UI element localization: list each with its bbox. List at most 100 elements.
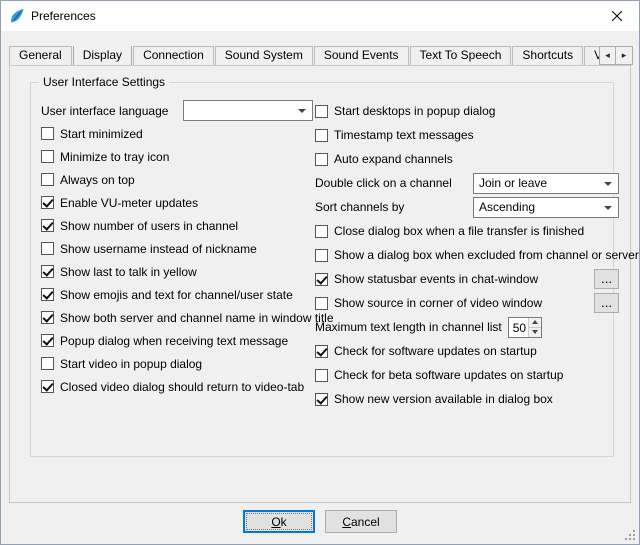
preferences-window: Preferences General Display Connection S… bbox=[0, 0, 640, 545]
checkbox-check-beta-updates[interactable]: Check for beta software updates on start… bbox=[315, 363, 619, 387]
video-source-more-button[interactable]: ... bbox=[594, 293, 619, 313]
checkbox-box[interactable] bbox=[41, 288, 54, 301]
tab-sound-events[interactable]: Sound Events bbox=[314, 46, 409, 65]
close-button[interactable] bbox=[594, 1, 639, 31]
checkbox-box[interactable] bbox=[315, 345, 328, 358]
chevron-down-icon bbox=[604, 206, 612, 210]
checkbox-box[interactable] bbox=[41, 173, 54, 186]
checkbox-start-desktops-popup[interactable]: Start desktops in popup dialog bbox=[315, 99, 619, 123]
double-click-select-value: Join or leave bbox=[479, 176, 547, 190]
checkbox-last-talk-yellow[interactable]: Show last to talk in yellow bbox=[41, 260, 313, 283]
checkbox-box[interactable] bbox=[315, 129, 328, 142]
dialog-footer: Ok Cancel bbox=[1, 510, 639, 533]
checkbox-new-version-dialog[interactable]: Show new version available in dialog box bbox=[315, 387, 619, 411]
checkbox-vu-meter-updates[interactable]: Enable VU-meter updates bbox=[41, 191, 313, 214]
checkbox-box[interactable] bbox=[41, 196, 54, 209]
checkbox-close-file-transfer[interactable]: Close dialog box when a file transfer is… bbox=[315, 219, 619, 243]
checkbox-username-instead-nickname[interactable]: Show username instead of nickname bbox=[41, 237, 313, 260]
checkbox-box[interactable] bbox=[315, 393, 328, 406]
spinner-arrows bbox=[528, 318, 541, 337]
language-label: User interface language bbox=[41, 104, 168, 118]
language-row: User interface language bbox=[41, 99, 313, 122]
max-text-length-spinner[interactable]: 50 bbox=[508, 317, 542, 338]
max-text-length-label: Maximum text length in channel list bbox=[315, 320, 502, 334]
max-text-length-value: 50 bbox=[509, 318, 528, 337]
checkbox-box[interactable] bbox=[41, 219, 54, 232]
tab-label: Sound System bbox=[225, 48, 303, 62]
tab-label: General bbox=[19, 48, 62, 62]
spin-down-button[interactable] bbox=[529, 327, 541, 337]
spin-up-button[interactable] bbox=[529, 318, 541, 327]
sort-channels-label: Sort channels by bbox=[315, 200, 404, 214]
tab-label: Shortcuts bbox=[522, 48, 573, 62]
checkbox-minimize-tray[interactable]: Minimize to tray icon bbox=[41, 145, 313, 168]
statusbar-events-more-button[interactable]: ... bbox=[594, 269, 619, 289]
double-click-select[interactable]: Join or leave bbox=[473, 173, 619, 194]
window-title: Preferences bbox=[31, 9, 96, 23]
app-icon bbox=[9, 8, 25, 24]
checkbox-box[interactable] bbox=[315, 105, 328, 118]
tab-scroll-right-button[interactable]: ▸ bbox=[616, 46, 633, 65]
checkbox-video-popup-dialog[interactable]: Start video in popup dialog bbox=[41, 352, 313, 375]
checkbox-box[interactable] bbox=[41, 311, 54, 324]
checkbox-box[interactable] bbox=[315, 153, 328, 166]
tab-label: Connection bbox=[143, 48, 204, 62]
checkbox-box[interactable] bbox=[315, 369, 328, 382]
checkbox-box[interactable] bbox=[41, 357, 54, 370]
tab-text-to-speech[interactable]: Text To Speech bbox=[410, 46, 512, 65]
checkbox-box[interactable] bbox=[41, 242, 54, 255]
scroll-left-icon: ◂ bbox=[605, 50, 610, 61]
checkbox-box[interactable] bbox=[315, 273, 328, 286]
checkbox-timestamp-messages[interactable]: Timestamp text messages bbox=[315, 123, 619, 147]
tab-display[interactable]: Display bbox=[73, 46, 132, 65]
sort-channels-select[interactable]: Ascending bbox=[473, 197, 619, 218]
checkbox-users-in-channel[interactable]: Show number of users in channel bbox=[41, 214, 313, 237]
close-icon bbox=[612, 11, 622, 21]
checkbox-video-source-corner[interactable]: Show source in corner of video window bbox=[315, 296, 542, 310]
checkbox-auto-expand-channels[interactable]: Auto expand channels bbox=[315, 147, 619, 171]
tab-label: Display bbox=[83, 48, 122, 62]
left-column: User interface language Start minimized … bbox=[41, 99, 313, 398]
checkbox-box[interactable] bbox=[41, 150, 54, 163]
checkbox-box[interactable] bbox=[41, 265, 54, 278]
group-title: User Interface Settings bbox=[39, 75, 169, 89]
checkbox-server-channel-in-title[interactable]: Show both server and channel name in win… bbox=[41, 306, 313, 329]
titlebar[interactable]: Preferences bbox=[1, 1, 639, 31]
scroll-right-icon: ▸ bbox=[622, 50, 627, 61]
right-column: Start desktops in popup dialog Timestamp… bbox=[315, 99, 619, 411]
double-click-label: Double click on a channel bbox=[315, 176, 452, 190]
tab-connection[interactable]: Connection bbox=[133, 46, 214, 65]
sort-channels-select-value: Ascending bbox=[479, 200, 535, 214]
checkbox-video-return-tab[interactable]: Closed video dialog should return to vid… bbox=[41, 375, 313, 398]
tab-general[interactable]: General bbox=[9, 46, 72, 65]
checkbox-check-updates[interactable]: Check for software updates on startup bbox=[315, 339, 619, 363]
checkbox-start-minimized[interactable]: Start minimized bbox=[41, 122, 313, 145]
chevron-down-icon bbox=[298, 109, 306, 113]
checkbox-always-on-top[interactable]: Always on top bbox=[41, 168, 313, 191]
tab-scroll-left-button[interactable]: ◂ bbox=[599, 46, 616, 65]
tab-shortcuts[interactable]: Shortcuts bbox=[512, 46, 583, 65]
checkbox-box[interactable] bbox=[41, 127, 54, 140]
language-select[interactable] bbox=[183, 100, 313, 121]
checkbox-dialog-excluded[interactable]: Show a dialog box when excluded from cha… bbox=[315, 243, 619, 267]
checkbox-popup-text-message[interactable]: Popup dialog when receiving text message bbox=[41, 329, 313, 352]
double-click-row: Double click on a channel Join or leave bbox=[315, 171, 619, 195]
tab-label: Text To Speech bbox=[420, 48, 502, 62]
resize-grip[interactable] bbox=[625, 530, 636, 541]
sort-channels-row: Sort channels by Ascending bbox=[315, 195, 619, 219]
checkbox-box[interactable] bbox=[41, 334, 54, 347]
chevron-down-icon bbox=[604, 182, 612, 186]
checkbox-box[interactable] bbox=[315, 225, 328, 238]
checkbox-box[interactable] bbox=[315, 249, 328, 262]
ok-button[interactable]: Ok bbox=[243, 510, 315, 533]
checkbox-box[interactable] bbox=[315, 297, 328, 310]
checkbox-statusbar-events[interactable]: Show statusbar events in chat-window bbox=[315, 272, 538, 286]
checkbox-box[interactable] bbox=[41, 380, 54, 393]
user-interface-settings-group: User Interface Settings User interface l… bbox=[30, 82, 614, 457]
checkbox-emojis-text-state[interactable]: Show emojis and text for channel/user st… bbox=[41, 283, 313, 306]
tab-label: Sound Events bbox=[324, 48, 399, 62]
tab-sound-system[interactable]: Sound System bbox=[215, 46, 313, 65]
cancel-button[interactable]: Cancel bbox=[325, 510, 397, 533]
statusbar-events-row: Show statusbar events in chat-window ... bbox=[315, 267, 619, 291]
tab-bar: General Display Connection Sound System … bbox=[9, 46, 633, 65]
